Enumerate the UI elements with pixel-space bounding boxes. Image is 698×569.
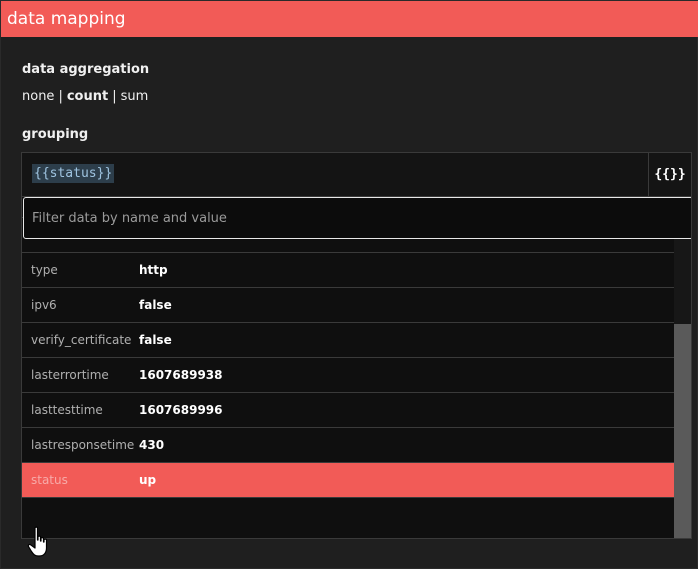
property-row-verify-certificate[interactable]: verify_certificate false	[22, 323, 675, 358]
data-property-dropdown: hostnamesales.squaredup.comresolution1ty…	[21, 197, 692, 539]
property-key: ipv6	[31, 298, 57, 312]
property-key: lastresponsetime	[31, 438, 135, 452]
property-key: lasttesttime	[31, 403, 103, 417]
grouping-field[interactable]: {{status}} {{}}	[21, 152, 692, 197]
property-row-lasttesttime[interactable]: lasttesttime 1607689996	[22, 393, 675, 428]
hand-pointer-icon	[27, 526, 48, 557]
property-value: up	[139, 473, 157, 487]
property-value: 1607689996	[139, 403, 223, 417]
property-list: hostnamesales.squaredup.comresolution1ty…	[22, 197, 675, 498]
property-value: http	[139, 263, 168, 277]
aggregation-option-none[interactable]: none	[22, 89, 54, 104]
data-mapping-panel: data mapping data aggregation none | count…	[0, 0, 698, 569]
property-row-ipv6[interactable]: ipv6 false	[22, 288, 675, 323]
grouping-token[interactable]: {{status}}	[32, 164, 115, 183]
aggregation-option-count[interactable]: count	[67, 89, 108, 104]
aggregation-title: data aggregation	[22, 62, 150, 77]
filter-input[interactable]	[23, 197, 691, 239]
property-row-lastresponsetime[interactable]: lastresponsetime 430	[22, 428, 675, 463]
property-value: 430	[139, 438, 165, 452]
property-key: type	[31, 263, 58, 277]
aggregation-options: none | count | sum	[22, 89, 148, 104]
property-key: status	[31, 473, 68, 487]
aggregation-separator: |	[112, 89, 117, 104]
property-row-status[interactable]: status up	[22, 463, 675, 498]
property-row-lasterrortime[interactable]: lasterrortime 1607689938	[22, 358, 675, 393]
dropdown-scrollbar[interactable]	[674, 197, 691, 538]
aggregation-separator: |	[58, 89, 63, 104]
scrollbar-thumb[interactable]	[674, 324, 691, 538]
panel-header: data mapping	[1, 1, 698, 37]
property-value: 1607689938	[139, 368, 223, 382]
template-button[interactable]: {{}}	[648, 153, 691, 196]
property-key: lasterrortime	[31, 368, 109, 382]
grouping-title: grouping	[22, 127, 89, 142]
property-value: false	[139, 298, 172, 312]
property-key: verify_certificate	[31, 333, 132, 347]
property-value: false	[139, 333, 172, 347]
property-row-type[interactable]: type http	[22, 253, 675, 288]
aggregation-option-sum[interactable]: sum	[121, 89, 149, 104]
